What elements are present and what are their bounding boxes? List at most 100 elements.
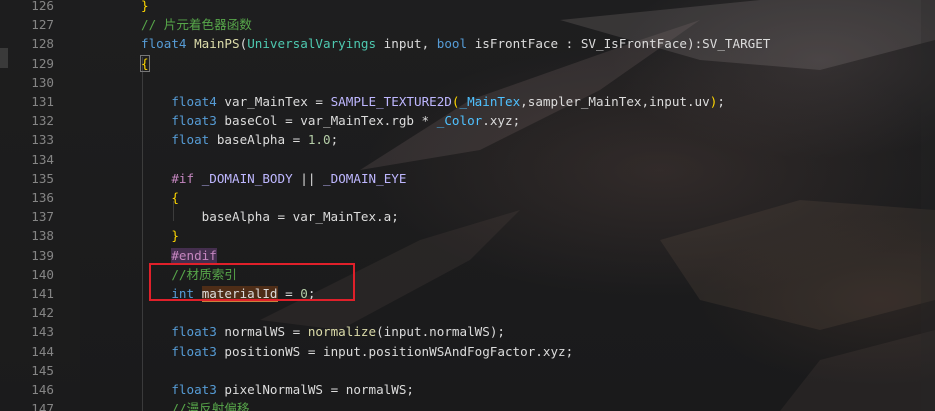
code-line[interactable]: 146 float3 pixelNormalWS = normalWS; bbox=[0, 380, 935, 399]
code-token: normalWS = bbox=[216, 324, 308, 340]
code-token: var_MainTex = bbox=[216, 94, 331, 109]
code-token: #endif bbox=[171, 247, 217, 263]
line-number: 136 bbox=[31, 190, 54, 205]
code-editor[interactable]: 126} 127 // 片元着色器函数 128 float4 MainPS(Univer… bbox=[0, 0, 935, 411]
code-token: MainPS bbox=[194, 36, 240, 52]
code-line[interactable]: 128 float4 MainPS(UniversalVaryings input… bbox=[0, 34, 935, 53]
code-line[interactable]: 140 //材质索引 bbox=[0, 265, 935, 284]
vertical-scrollbar[interactable] bbox=[921, 0, 935, 411]
code-text[interactable]: float3 normalWS = normalize(input.normal… bbox=[141, 322, 505, 341]
code-text[interactable]: float4 var_MainTex = SAMPLE_TEXTURE2D(_M… bbox=[141, 92, 725, 111]
code-line[interactable]: 126} bbox=[0, 0, 935, 15]
code-token: //漫反射偏移 bbox=[171, 401, 250, 411]
code-token: { bbox=[171, 190, 179, 205]
code-line[interactable]: 129 { bbox=[0, 54, 935, 73]
line-number: 130 bbox=[31, 74, 54, 90]
code-line[interactable]: 142 bbox=[0, 303, 935, 322]
code-token: SAMPLE_TEXTURE2D bbox=[330, 94, 452, 109]
code-token: ; bbox=[330, 132, 339, 148]
code-token: } bbox=[141, 0, 149, 13]
line-number: 145 bbox=[31, 362, 54, 378]
code-line[interactable]: 144 float3 positionWS = input.positionWS… bbox=[0, 342, 935, 361]
line-number: 140 bbox=[31, 266, 54, 282]
line-number: 146 bbox=[31, 382, 54, 397]
code-text[interactable]: //漫反射偏移 bbox=[141, 399, 249, 411]
code-line[interactable]: 137 baseAlpha = var_MainTex.a; bbox=[0, 207, 935, 226]
line-number: 127 bbox=[31, 17, 54, 33]
code-token: 1.0 bbox=[307, 132, 331, 148]
code-token: } bbox=[171, 228, 179, 244]
code-token: _MainTex bbox=[459, 94, 521, 109]
code-token: _DOMAIN_BODY bbox=[201, 170, 293, 186]
line-number: 139 bbox=[31, 247, 54, 263]
code-text[interactable]: { bbox=[141, 188, 179, 207]
line-number: 144 bbox=[31, 343, 54, 359]
code-text[interactable]: float baseAlpha = 1.0; bbox=[141, 130, 338, 149]
line-number: 132 bbox=[31, 113, 54, 129]
code-text[interactable]: float3 pixelNormalWS = normalWS; bbox=[141, 380, 414, 399]
line-number: 147 bbox=[31, 401, 54, 411]
code-text[interactable]: float4 MainPS(UniversalVaryings input, b… bbox=[141, 34, 770, 53]
line-number: 141 bbox=[31, 286, 54, 301]
code-line[interactable]: 145 bbox=[0, 361, 935, 380]
code-line[interactable]: 136 { bbox=[0, 188, 935, 207]
code-line[interactable]: 143 float3 normalWS = normalize(input.no… bbox=[0, 322, 935, 341]
code-token: // 片元着色器函数 bbox=[141, 17, 252, 33]
code-line[interactable]: 138 } bbox=[0, 226, 935, 245]
code-line[interactable]: 132 float3 baseCol = var_MainTex.rgb * _… bbox=[0, 111, 935, 130]
code-line[interactable]: 141 int materialId = 0; bbox=[0, 284, 935, 303]
line-number: 131 bbox=[31, 94, 54, 109]
code-text[interactable]: float3 baseCol = var_MainTex.rgb * _Colo… bbox=[141, 111, 520, 130]
code-line[interactable]: 147 //漫反射偏移 bbox=[0, 399, 935, 411]
line-number: 129 bbox=[31, 55, 54, 71]
code-token: float3 bbox=[171, 382, 217, 397]
code-token: float3 bbox=[171, 343, 217, 359]
code-token: float4 bbox=[141, 36, 187, 52]
code-token: _DOMAIN_EYE bbox=[323, 170, 407, 186]
code-text[interactable]: baseAlpha = var_MainTex.a; bbox=[141, 207, 399, 226]
code-token: baseCol = var_MainTex.rgb * bbox=[216, 113, 437, 129]
line-number: 137 bbox=[31, 209, 54, 225]
code-text[interactable]: { bbox=[140, 54, 150, 73]
code-token: .xyz; bbox=[482, 113, 521, 129]
line-number: 143 bbox=[31, 324, 54, 340]
code-line[interactable]: 134 bbox=[0, 150, 935, 169]
code-text[interactable]: // 片元着色器函数 bbox=[141, 15, 252, 34]
line-number: 135 bbox=[31, 170, 54, 186]
line-number: 142 bbox=[31, 305, 54, 321]
code-token: float bbox=[171, 132, 210, 148]
code-text[interactable]: #endif bbox=[141, 246, 217, 265]
line-number: 133 bbox=[31, 132, 54, 148]
code-text[interactable]: } bbox=[141, 226, 179, 245]
code-token: ( bbox=[451, 94, 460, 109]
code-token: #if bbox=[171, 170, 195, 186]
code-token: bool bbox=[436, 36, 468, 52]
code-line[interactable]: 131 float4 var_MainTex = SAMPLE_TEXTURE2… bbox=[0, 92, 935, 111]
code-token: { bbox=[140, 54, 150, 72]
code-line[interactable]: 139 #endif bbox=[0, 246, 935, 265]
code-token: ; bbox=[717, 94, 725, 109]
code-line[interactable]: 127 // 片元着色器函数 bbox=[0, 15, 935, 34]
code-line[interactable]: 130 bbox=[0, 73, 935, 92]
line-number: 138 bbox=[31, 228, 54, 244]
code-line[interactable]: 133 float baseAlpha = 1.0; bbox=[0, 130, 935, 149]
code-text[interactable]: #if _DOMAIN_BODY || _DOMAIN_EYE bbox=[141, 169, 406, 188]
code-text[interactable]: float3 positionWS = input.positionWSAndF… bbox=[141, 342, 573, 361]
line-number: 126 bbox=[31, 0, 54, 13]
code-token: float3 bbox=[171, 113, 217, 129]
code-token: pixelNormalWS = normalWS; bbox=[216, 382, 414, 397]
code-line[interactable]: 135 #if _DOMAIN_BODY || _DOMAIN_EYE bbox=[0, 169, 935, 188]
code-token: isFrontFace : SV_IsFrontFace):SV_TARGET bbox=[467, 36, 771, 52]
code-token: UniversalVaryings bbox=[247, 36, 377, 52]
line-number: 134 bbox=[31, 151, 54, 167]
code-text[interactable]: } bbox=[141, 0, 149, 15]
annotation-highlight-box bbox=[149, 263, 355, 301]
